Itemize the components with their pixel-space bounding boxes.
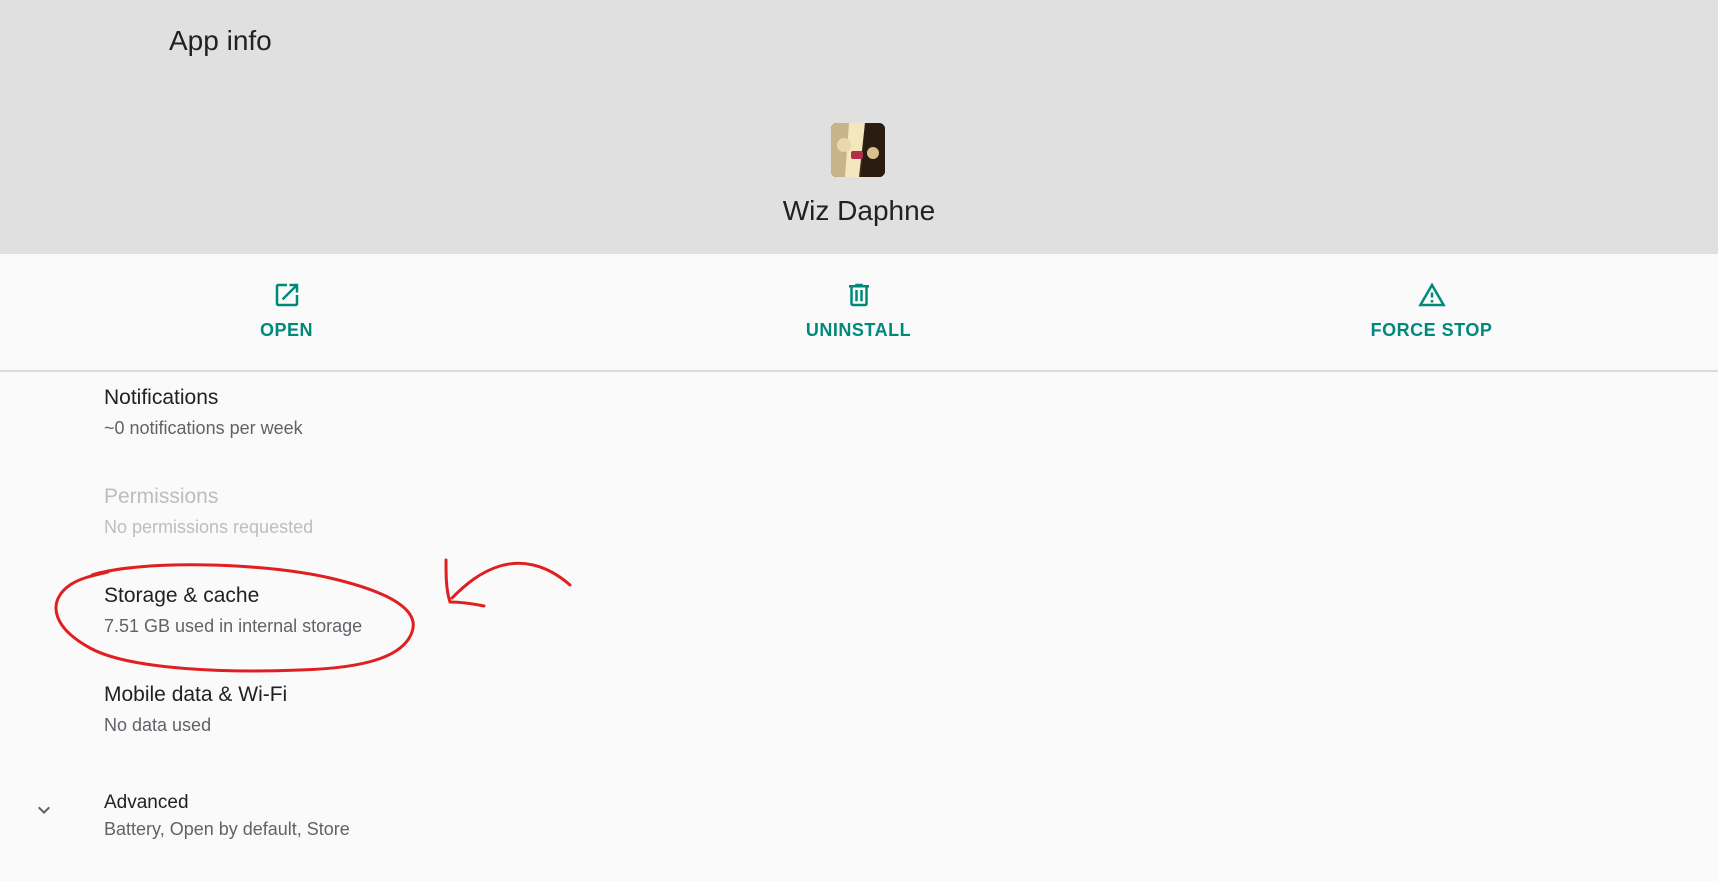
list-item-permissions[interactable]: Permissions No permissions requested <box>0 471 1718 569</box>
app-header: App info Wiz Daphne <box>0 0 1718 254</box>
trash-icon <box>848 283 869 307</box>
mobile-data-subtitle: No data used <box>104 715 212 735</box>
storage-subtitle: 7.51 GB used in internal storage <box>104 616 363 636</box>
notifications-subtitle: ~0 notifications per week <box>104 418 303 438</box>
list-item-storage[interactable]: Storage & cache 7.51 GB used in internal… <box>0 570 1718 668</box>
page-title: App info <box>169 25 272 56</box>
list-item-mobile-data[interactable]: Mobile data & Wi-Fi No data used <box>0 669 1718 767</box>
action-bar: OPEN UNINSTALL FORCE STOP <box>0 254 1718 372</box>
permissions-title: Permissions <box>104 485 219 508</box>
mobile-data-title: Mobile data & Wi-Fi <box>104 683 288 706</box>
chevron-down-icon <box>38 806 50 814</box>
uninstall-button[interactable]: UNINSTALL <box>572 254 1145 370</box>
permissions-subtitle: No permissions requested <box>104 517 314 537</box>
advanced-subtitle: Battery, Open by default, Store <box>104 819 350 839</box>
list-item-advanced[interactable]: Advanced Battery, Open by default, Store <box>0 768 1718 866</box>
force-stop-label: FORCE STOP <box>1370 320 1493 340</box>
app-name: Wiz Daphne <box>782 195 936 226</box>
open-label: OPEN <box>259 320 313 340</box>
warning-icon <box>1417 282 1446 307</box>
open-button[interactable]: OPEN <box>0 254 573 370</box>
uninstall-label: UNINSTALL <box>805 320 912 340</box>
notifications-title: Notifications <box>104 386 219 409</box>
advanced-title: Advanced <box>104 792 189 813</box>
list-item-notifications[interactable]: Notifications ~0 notifications per week <box>0 372 1718 470</box>
app-icon <box>831 123 885 177</box>
force-stop-button[interactable]: FORCE STOP <box>1145 254 1718 370</box>
open-in-new-icon <box>275 283 298 307</box>
storage-title: Storage & cache <box>104 584 260 607</box>
